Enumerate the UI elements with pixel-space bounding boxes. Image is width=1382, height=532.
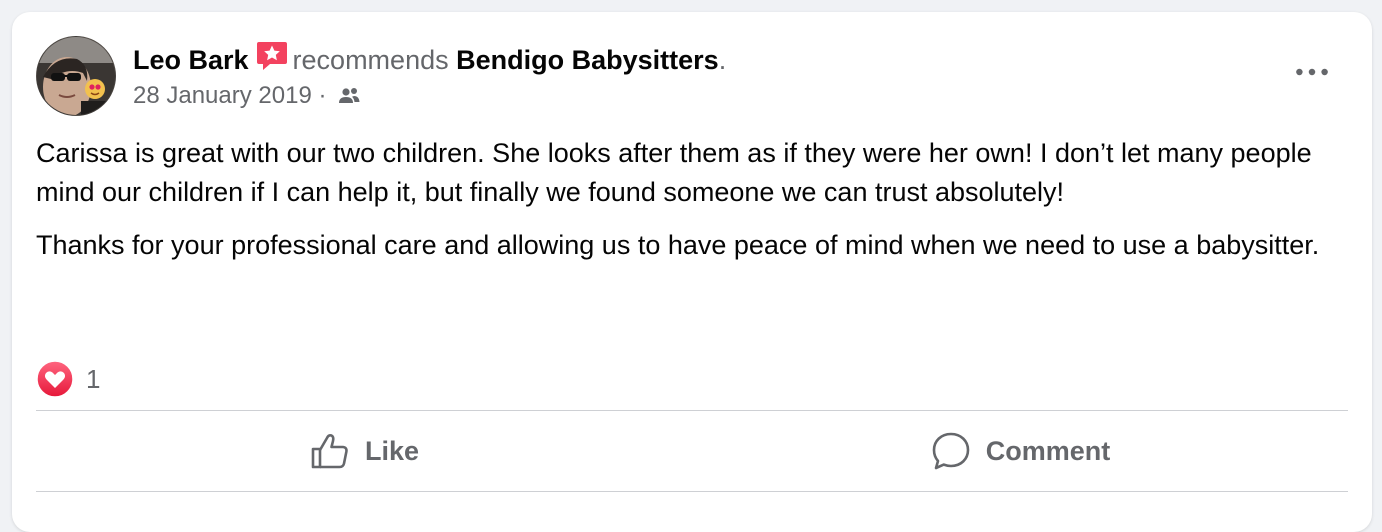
review-post-card: Leo Bark recommends Bendigo Babysitters. … bbox=[12, 12, 1372, 532]
post-date[interactable]: 28 January 2019 bbox=[133, 82, 312, 109]
recommend-star-icon bbox=[255, 40, 289, 72]
friends-icon[interactable] bbox=[337, 83, 361, 103]
post-paragraph: Thanks for your professional care and al… bbox=[36, 230, 1320, 260]
post-header: Leo Bark recommends Bendigo Babysitters. bbox=[133, 40, 726, 77]
love-reaction-icon bbox=[36, 360, 74, 398]
like-button[interactable]: Like bbox=[36, 411, 692, 491]
comment-bubble-icon bbox=[932, 432, 970, 470]
like-label: Like bbox=[364, 435, 420, 466]
thumbs-up-icon bbox=[311, 433, 348, 469]
avatar-photo bbox=[37, 37, 115, 115]
post-meta: 28 January 2019 · bbox=[133, 80, 361, 112]
reactions-summary[interactable]: 1 bbox=[36, 360, 100, 398]
author-name[interactable]: Leo Bark bbox=[133, 45, 249, 75]
reaction-count: 1 bbox=[86, 363, 101, 394]
comment-label: Comment bbox=[985, 435, 1111, 466]
more-options-button[interactable] bbox=[1290, 56, 1334, 88]
recommends-verb: recommends bbox=[292, 45, 449, 75]
header-period: . bbox=[718, 45, 727, 75]
divider-bottom bbox=[36, 491, 1348, 492]
comment-button[interactable]: Comment bbox=[692, 411, 1348, 491]
more-options-icon bbox=[1296, 68, 1328, 76]
action-bar: Like Comment bbox=[36, 411, 1348, 491]
author-avatar[interactable] bbox=[36, 36, 116, 116]
meta-separator: · bbox=[318, 82, 327, 109]
post-body: Carissa is great with our two children. … bbox=[36, 134, 1352, 279]
post-paragraph: Carissa is great with our two children. … bbox=[36, 138, 1312, 207]
page-name[interactable]: Bendigo Babysitters bbox=[456, 45, 719, 75]
